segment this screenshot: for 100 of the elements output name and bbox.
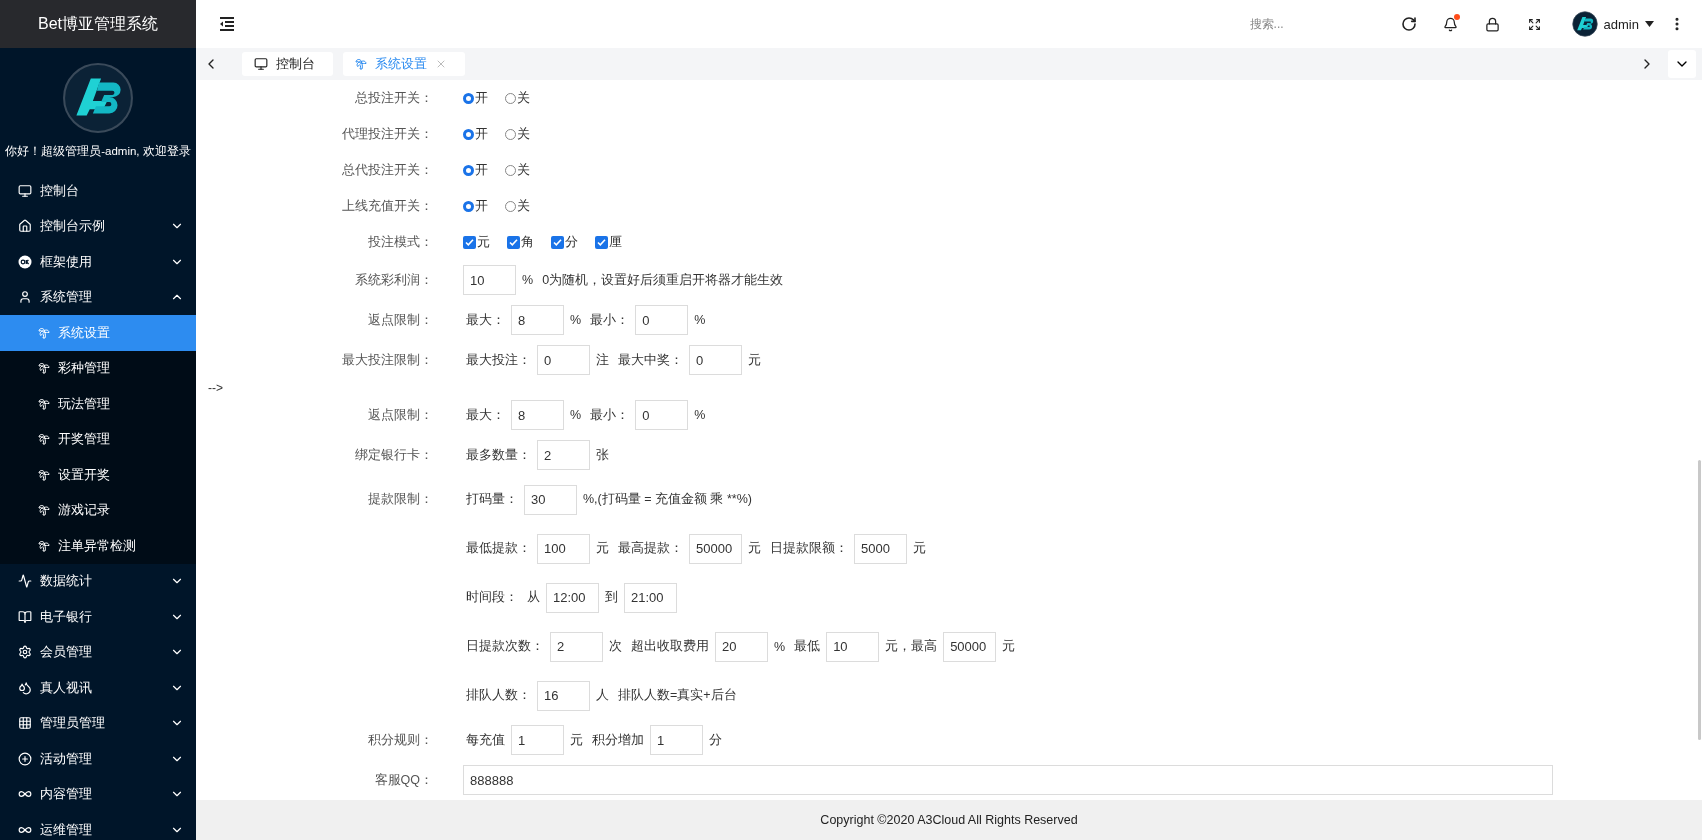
radio-option[interactable]: 关 — [505, 197, 530, 215]
form-text: % — [693, 408, 707, 422]
form-text: 时间段： — [465, 589, 519, 606]
gear-icon — [18, 645, 32, 660]
form-text: 最大中奖： — [617, 351, 684, 369]
menu-item[interactable]: 会员管理 — [0, 634, 196, 670]
radio-option[interactable]: 开 — [463, 89, 488, 107]
input-field[interactable]: 0 — [537, 345, 590, 375]
input-field[interactable]: 12:00 — [546, 582, 599, 613]
checkbox[interactable] — [595, 235, 608, 249]
form-text: 最多数量： — [465, 446, 532, 464]
radio-option[interactable]: 关 — [505, 125, 530, 143]
form-text: 超出收取费用 — [630, 638, 710, 655]
checkbox-option[interactable]: 分 — [551, 233, 578, 251]
menu-item[interactable]: 内容管理 — [0, 776, 196, 812]
checkbox-option[interactable]: 厘 — [595, 233, 622, 251]
radio-option[interactable]: 关 — [505, 89, 530, 107]
monitor-icon — [254, 57, 268, 71]
input-field[interactable]: 0 — [689, 345, 742, 375]
palm-tree-icon — [38, 504, 50, 517]
radio-button[interactable] — [505, 128, 516, 140]
field-label: 上线充值开关： — [341, 197, 433, 215]
radio-button[interactable] — [505, 164, 516, 176]
input-field[interactable]: 0 — [635, 305, 689, 335]
menu-item[interactable]: 管理员管理 — [0, 705, 196, 741]
checkbox-option[interactable]: 角 — [507, 233, 534, 251]
form-text: 排队人数=真实+后台 — [617, 687, 738, 704]
input-field[interactable]: 10 — [826, 631, 880, 662]
menu-item[interactable]: 框架使用 — [0, 244, 196, 280]
input-field[interactable]: 50000 — [689, 533, 742, 564]
form-text: % — [693, 313, 707, 327]
plus-circle-icon — [18, 751, 32, 766]
input-field[interactable]: 2 — [537, 440, 590, 470]
menu-item[interactable]: 控制台示例 — [0, 208, 196, 244]
grid-icon — [18, 716, 32, 731]
tab[interactable]: 控制台 — [242, 52, 333, 76]
input-field[interactable]: 100 — [537, 533, 590, 564]
form-text: 人 — [595, 687, 610, 704]
radio-button[interactable] — [463, 200, 474, 212]
radio-button[interactable] — [463, 164, 474, 176]
checkbox-option[interactable]: 元 — [463, 233, 490, 251]
palm-tree-icon — [38, 539, 50, 552]
field-label: 提款限制： — [367, 491, 433, 508]
input-field[interactable]: 2 — [550, 631, 603, 662]
radio-button[interactable] — [505, 200, 516, 212]
input-field[interactable]: 30 — [524, 484, 577, 515]
checkbox[interactable] — [507, 235, 520, 249]
field-label: 总投注开关： — [354, 89, 433, 107]
user-menu[interactable]: admin — [1571, 11, 1654, 37]
droplets-icon — [18, 680, 32, 695]
form-text: 张 — [595, 446, 610, 464]
menu-item[interactable]: 系统管理 — [0, 279, 196, 315]
input-field[interactable]: 8 — [511, 305, 564, 335]
field-label: 总代投注开关： — [341, 161, 433, 179]
form-text: 元 — [595, 540, 610, 557]
field-label: 最大投注限制： — [341, 351, 433, 369]
input-field[interactable]: 50000 — [943, 631, 997, 662]
checkbox[interactable] — [551, 235, 564, 249]
input-field[interactable]: 16 — [537, 680, 590, 711]
palm-tree-icon — [38, 433, 50, 446]
form-text: 元 — [747, 540, 762, 557]
input-field[interactable]: 8 — [511, 400, 564, 430]
lock-icon — [1485, 16, 1501, 32]
form-text: 元 — [1001, 638, 1017, 655]
radio-button[interactable] — [505, 92, 516, 104]
input-field[interactable]: 20 — [715, 631, 768, 662]
form-text: 排队人数： — [465, 687, 532, 704]
form-text: 最大： — [465, 311, 506, 329]
radio-button[interactable] — [463, 92, 474, 104]
form-text: 最小： — [589, 406, 631, 424]
scrollbar-thumb[interactable] — [1698, 460, 1701, 740]
checkbox[interactable] — [463, 235, 476, 249]
comment-text: --> — [208, 380, 223, 395]
radio-option[interactable]: 开 — [463, 161, 488, 179]
input-field[interactable]: 0 — [635, 400, 689, 430]
tab[interactable]: 系统设置 — [343, 52, 465, 76]
form-text: 打码量： — [465, 491, 519, 508]
radio-button[interactable] — [463, 128, 474, 140]
menu-item[interactable]: 数据统计 — [0, 563, 196, 599]
radio-option[interactable]: 开 — [463, 125, 488, 143]
menu-item[interactable]: 活动管理 — [0, 741, 196, 777]
app-title: Bet博亚管理系统 — [0, 0, 196, 48]
input-field[interactable]: 1 — [511, 725, 564, 755]
input-field[interactable]: 888888 — [463, 765, 1553, 795]
monitor-icon — [18, 183, 32, 198]
dropdown-button[interactable] — [1668, 50, 1696, 78]
radio-option[interactable]: 开 — [463, 197, 488, 215]
input-field[interactable]: 21:00 — [624, 582, 677, 613]
menu-item[interactable]: 电子银行 — [0, 599, 196, 635]
menu-item[interactable]: 控制台 — [0, 173, 196, 209]
form-text: 最高提款： — [617, 540, 684, 557]
fullscreen-icon — [1528, 17, 1542, 31]
field-label: 返点限制： — [367, 406, 433, 424]
input-field[interactable]: 10 — [463, 265, 516, 295]
menu-item[interactable]: 真人视讯 — [0, 670, 196, 706]
field-label: 客服QQ： — [373, 771, 433, 789]
radio-option[interactable]: 关 — [505, 161, 530, 179]
input-field[interactable]: 5000 — [854, 533, 907, 564]
input-field[interactable]: 1 — [650, 725, 703, 755]
menu-item[interactable]: 运维管理 — [0, 812, 196, 840]
